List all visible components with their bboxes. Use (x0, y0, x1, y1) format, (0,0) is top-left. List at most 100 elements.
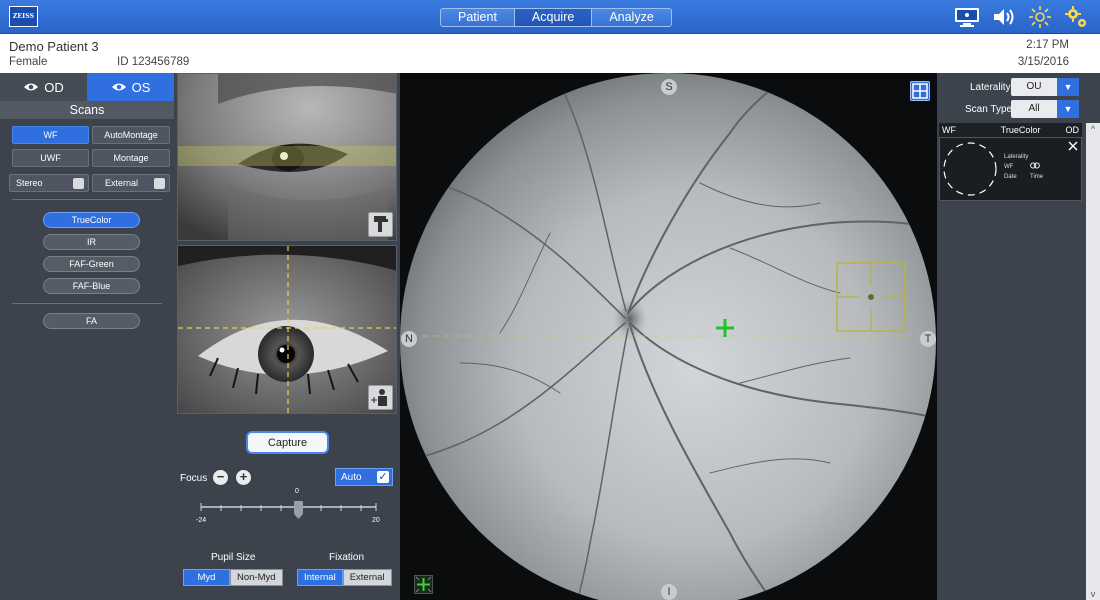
thumbnail-header: WF TrueColor OD (939, 123, 1082, 137)
laterality-label: Laterality (970, 82, 1011, 93)
scan-type-label: Scan Type (965, 104, 1013, 115)
external-checkbox[interactable] (154, 178, 165, 189)
joystick-icon (371, 389, 387, 406)
focus-plus-button[interactable]: + (236, 470, 251, 485)
tab-od[interactable]: OD (0, 73, 87, 101)
orientation-temporal-label: T (920, 331, 936, 347)
fixation-internal-button[interactable]: Internal (297, 569, 343, 586)
focus-slider[interactable]: 0 -24 20 (196, 488, 381, 531)
top-camera-view (177, 73, 397, 241)
orientation-inferior-label: I (661, 584, 677, 600)
zeiss-logo: ZEISS (9, 6, 38, 27)
results-panel: Laterality OU ▼ Scan Type All ▼ WF TrueC… (937, 73, 1100, 600)
thumb-filter: TrueColor (1000, 125, 1041, 135)
filter-fa-button[interactable]: FA (43, 313, 140, 329)
stereo-checkbox[interactable] (73, 178, 84, 189)
tab-analyze[interactable]: Analyze (591, 8, 672, 27)
divider (12, 303, 162, 304)
pupil-myd-button[interactable]: Myd (183, 569, 230, 586)
thumbnail-info: Laterality WF Date Time (1004, 152, 1043, 182)
eye-front-view-image (178, 246, 396, 413)
focus-value: 0 (295, 488, 299, 495)
fundus-view[interactable]: S I N T (400, 73, 937, 600)
both-eyes-icon (1030, 162, 1040, 169)
target-toggle-button[interactable] (414, 575, 433, 594)
fundus-image (400, 73, 937, 600)
stereo-toggle[interactable]: Stereo (9, 174, 89, 192)
eye-side-view-image (178, 74, 396, 240)
scan-thumbnail[interactable]: Laterality WF Date Time (939, 137, 1082, 201)
joystick-button[interactable] (368, 385, 393, 410)
grid-toggle-button[interactable] (910, 81, 930, 101)
laterality-value: OU (1026, 81, 1042, 92)
thumb-info-date: Date (1004, 174, 1017, 180)
fixation-label: Fixation (329, 552, 365, 563)
camera-panel: Capture Focus − + Auto ✓ 0 -24 20 Pupil … (174, 73, 400, 600)
filter-ir-button[interactable]: IR (43, 234, 140, 250)
mode-wf-button[interactable]: WF (12, 126, 89, 144)
speaker-icon[interactable] (992, 6, 1016, 28)
tab-os[interactable]: OS (87, 73, 174, 101)
auto-checkbox[interactable]: ✓ (377, 471, 389, 483)
filter-truecolor-button[interactable]: TrueColor (43, 212, 140, 228)
laterality-dropdown[interactable]: OU ▼ (1011, 78, 1079, 96)
thumb-info-laterality: Laterality (1004, 154, 1029, 160)
mode-automontage-button[interactable]: AutoMontage (92, 126, 170, 144)
filter-faf-blue-button[interactable]: FAF-Blue (43, 278, 140, 294)
focus-min-label: -24 (196, 517, 207, 524)
eye-icon (24, 83, 39, 91)
camera-adjust-button[interactable] (368, 212, 393, 237)
fixation-selector: Internal External (297, 569, 392, 586)
divider (12, 199, 162, 200)
patient-header: Demo Patient 3 Female ID 123456789 2:17 … (0, 34, 1100, 73)
current-time: 2:17 PM (1026, 39, 1069, 51)
external-label: External (105, 178, 139, 188)
focus-max-label: 20 (372, 517, 380, 524)
pupil-non-myd-button[interactable]: Non-Myd (230, 569, 283, 586)
capture-button[interactable]: Capture (246, 431, 329, 454)
tab-os-label: OS (131, 79, 151, 95)
camera-tool-icon (374, 216, 388, 232)
current-date: 3/15/2016 (1017, 56, 1069, 68)
scan-type-dropdown[interactable]: All ▼ (1011, 100, 1079, 118)
focus-slider-track (200, 501, 377, 519)
brightness-icon[interactable] (1028, 5, 1052, 29)
scroll-up-icon[interactable]: ^ (1086, 124, 1100, 134)
top-icons (954, 5, 1088, 29)
settings-icon[interactable] (1064, 5, 1088, 29)
close-icon[interactable] (1068, 141, 1078, 151)
filter-faf-green-button[interactable]: FAF-Green (43, 256, 140, 272)
orientation-superior-label: S (661, 79, 677, 95)
stereo-label: Stereo (16, 178, 43, 188)
external-toggle[interactable]: External (92, 174, 170, 192)
pupil-size-selector: Myd Non-Myd (183, 569, 283, 586)
fixation-external-button[interactable]: External (342, 569, 392, 586)
top-bar: ZEISS Patient Acquire Analyze (0, 0, 1100, 34)
patient-id: ID 123456789 (117, 56, 190, 68)
monitor-icon[interactable] (954, 6, 980, 28)
patient-sex: Female (9, 56, 48, 68)
eye-tabs: OD OS (0, 73, 174, 101)
thumb-info-mode: WF (1004, 164, 1014, 170)
dropdown-arrow-icon: ▼ (1057, 100, 1079, 118)
scroll-down-icon[interactable]: v (1086, 589, 1100, 599)
dropdown-arrow-icon: ▼ (1057, 78, 1079, 96)
front-camera-view (177, 245, 397, 414)
auto-focus-toggle[interactable]: Auto ✓ (335, 468, 393, 486)
focus-minus-button[interactable]: − (213, 470, 228, 485)
tab-patient[interactable]: Patient (440, 8, 515, 27)
thumb-info-row: Date Time (1004, 172, 1043, 182)
thumbnail-placeholder (943, 142, 997, 196)
thumb-info-time: Time (1030, 174, 1044, 180)
results-scrollbar[interactable]: ^ v (1086, 123, 1100, 600)
nav-tabs: Patient Acquire Analyze (440, 8, 672, 27)
eye-icon (111, 83, 126, 91)
orientation-nasal-label: N (401, 331, 417, 347)
scan-type-value: All (1028, 103, 1040, 114)
mode-uwf-button[interactable]: UWF (12, 149, 89, 167)
crosshair-icon (415, 576, 432, 593)
tab-acquire[interactable]: Acquire (513, 8, 593, 27)
grid-icon (912, 83, 928, 99)
patient-name: Demo Patient 3 (9, 39, 99, 54)
mode-montage-button[interactable]: Montage (92, 149, 170, 167)
